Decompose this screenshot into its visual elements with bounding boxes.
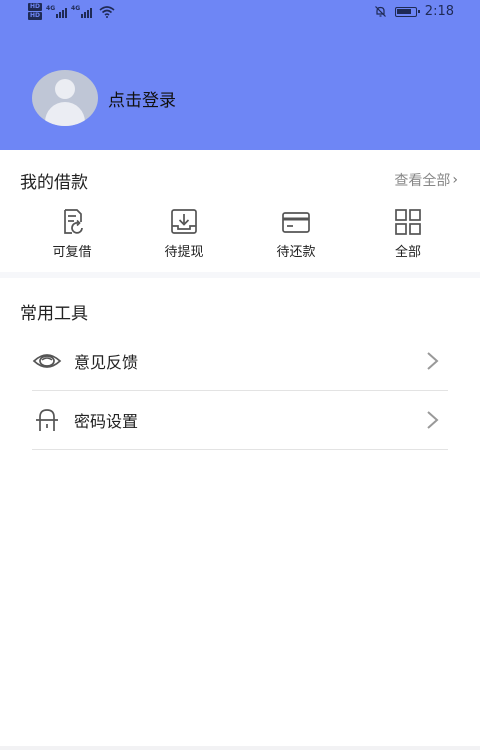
loans-title: 我的借款 [20, 173, 88, 193]
battery-icon [394, 6, 420, 17]
network-type: 4G [71, 4, 81, 12]
clock: 2:18 [424, 4, 454, 19]
loan-item-all[interactable]: 全部 [368, 206, 448, 260]
download-tray-icon [171, 209, 197, 234]
loan-item-label: 待还款 [276, 245, 316, 260]
loan-item-label: 待提现 [164, 245, 204, 260]
mute-bell-icon [374, 6, 386, 17]
loan-item-label: 可复借 [52, 245, 92, 260]
wifi-icon [99, 5, 115, 18]
status-left: HD HD 4G 4G [28, 3, 115, 20]
network-type: 4G [46, 4, 56, 12]
card-icon [282, 212, 310, 233]
status-bar: HD HD 4G 4G 2:18 [0, 0, 480, 28]
hd-badge: HD [28, 3, 43, 11]
password-settings-label: 密码设置 [74, 412, 139, 431]
tools-title: 常用工具 [20, 304, 88, 324]
grid-icon [395, 209, 421, 235]
password-settings-row[interactable]: 密码设置 [32, 391, 448, 450]
eye-icon [32, 354, 62, 368]
lock-icon [36, 409, 58, 431]
signal-icon: 4G [71, 4, 93, 18]
hd-badges: HD HD [28, 3, 43, 20]
chevron-right-icon [427, 411, 439, 429]
chevron-right-icon [427, 352, 439, 370]
feedback-label: 意见反馈 [74, 353, 139, 372]
chevron-right-icon: › [452, 172, 458, 188]
login-link[interactable]: 点击登录 [108, 86, 176, 111]
signal-icon: 4G [46, 4, 68, 18]
hd-badge: HD [28, 12, 43, 20]
bottom-nav-edge [0, 746, 480, 750]
loan-item-repay[interactable]: 待还款 [256, 206, 336, 260]
loan-status-shortcuts: 可复借 待提现 待还款 全部 [32, 206, 448, 260]
feedback-row[interactable]: 意见反馈 [32, 332, 448, 391]
avatar[interactable] [32, 70, 98, 126]
loan-item-withdraw[interactable]: 待提现 [144, 206, 224, 260]
view-all-link[interactable]: 查看全部 › [394, 170, 458, 190]
status-right: 2:18 [374, 4, 454, 19]
refresh-document-icon [64, 209, 83, 234]
view-all-label: 查看全部 [394, 173, 451, 189]
loan-item-reborrow[interactable]: 可复借 [32, 206, 112, 260]
loan-item-label: 全部 [394, 245, 421, 260]
